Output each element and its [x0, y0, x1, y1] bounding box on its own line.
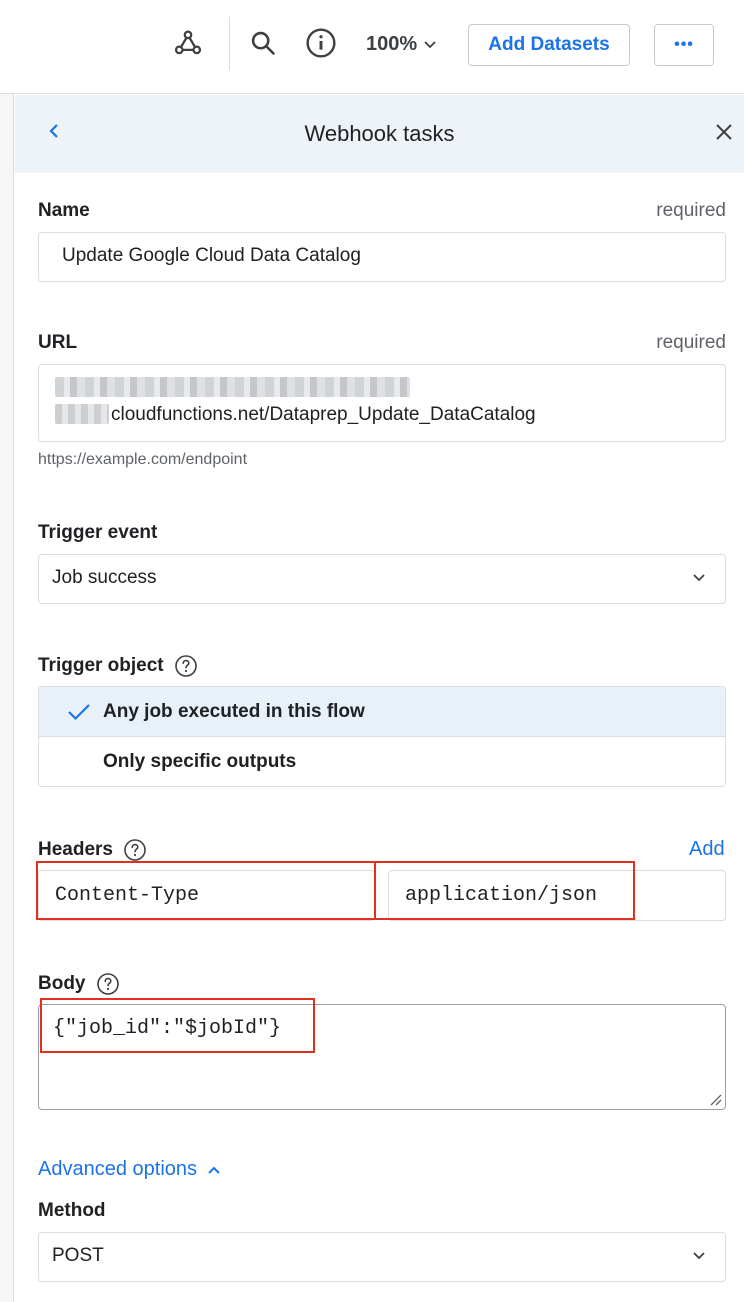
- top-toolbar: 100% Add Datasets •••: [0, 0, 744, 94]
- advanced-options-toggle[interactable]: Advanced options: [38, 1158, 221, 1181]
- trigger-event-label: Trigger event: [38, 522, 158, 543]
- help-icon[interactable]: [174, 654, 198, 678]
- checkmark-icon: [68, 704, 90, 721]
- name-required: required: [656, 200, 726, 221]
- headers-label: Headers: [38, 839, 113, 860]
- redacted-text: [55, 377, 410, 397]
- redacted-text: [55, 404, 109, 424]
- resize-handle-icon[interactable]: [708, 1092, 722, 1106]
- chevron-up-icon: [208, 1166, 220, 1174]
- name-field[interactable]: Update Google Cloud Data Catalog: [38, 232, 726, 282]
- url-value: cloudfunctions.net/Dataprep_Update_DataC…: [111, 404, 536, 425]
- option-any-job-label: Any job executed in this flow: [103, 701, 365, 722]
- highlight-box: [36, 861, 635, 920]
- zoom-level: 100%: [366, 32, 418, 55]
- body-label-row: Body: [38, 972, 120, 996]
- add-datasets-button[interactable]: Add Datasets: [468, 24, 630, 66]
- zoom-dropdown[interactable]: 100%: [366, 30, 437, 58]
- help-icon[interactable]: [96, 972, 120, 996]
- chevron-down-icon: [424, 41, 436, 49]
- close-button[interactable]: [711, 119, 737, 145]
- method-value: POST: [52, 1245, 104, 1266]
- webhook-icon[interactable]: [170, 25, 206, 61]
- name-value: Update Google Cloud Data Catalog: [62, 245, 361, 266]
- option-specific-outputs[interactable]: Only specific outputs: [39, 737, 725, 786]
- search-icon[interactable]: [245, 25, 281, 61]
- chevron-down-icon: [693, 574, 705, 582]
- trigger-object-label-row: Trigger object: [38, 654, 198, 678]
- chevron-down-icon: [693, 1252, 705, 1260]
- trigger-event-value: Job success: [52, 567, 157, 588]
- trigger-object-label: Trigger object: [38, 655, 164, 676]
- name-label: Name: [38, 200, 90, 221]
- toolbar-divider: [229, 17, 230, 70]
- highlight-box-divider: [374, 862, 376, 919]
- url-field[interactable]: cloudfunctions.net/Dataprep_Update_DataC…: [38, 364, 726, 442]
- option-specific-outputs-label: Only specific outputs: [103, 751, 297, 772]
- panel-title: Webhook tasks: [304, 121, 455, 146]
- info-icon[interactable]: [303, 25, 339, 61]
- more-options-button[interactable]: •••: [654, 24, 714, 66]
- body-label: Body: [38, 973, 86, 994]
- option-any-job[interactable]: Any job executed in this flow: [39, 687, 725, 737]
- trigger-event-select[interactable]: Job success: [38, 554, 726, 604]
- panel-header: Webhook tasks: [15, 95, 744, 173]
- method-select[interactable]: POST: [38, 1232, 726, 1282]
- add-header-link[interactable]: Add: [689, 838, 725, 861]
- close-icon: [716, 124, 732, 140]
- help-icon[interactable]: [123, 838, 147, 862]
- left-rail: [0, 94, 14, 1302]
- url-label: URL: [38, 332, 78, 353]
- trigger-object-options: Any job executed in this flow Only speci…: [38, 686, 726, 787]
- advanced-options-label: Advanced options: [38, 1158, 198, 1180]
- headers-label-row: Headers: [38, 838, 147, 862]
- url-required: required: [656, 332, 726, 353]
- highlight-box: [40, 998, 315, 1053]
- url-hint: https://example.com/endpoint: [38, 451, 248, 468]
- method-label: Method: [38, 1200, 106, 1221]
